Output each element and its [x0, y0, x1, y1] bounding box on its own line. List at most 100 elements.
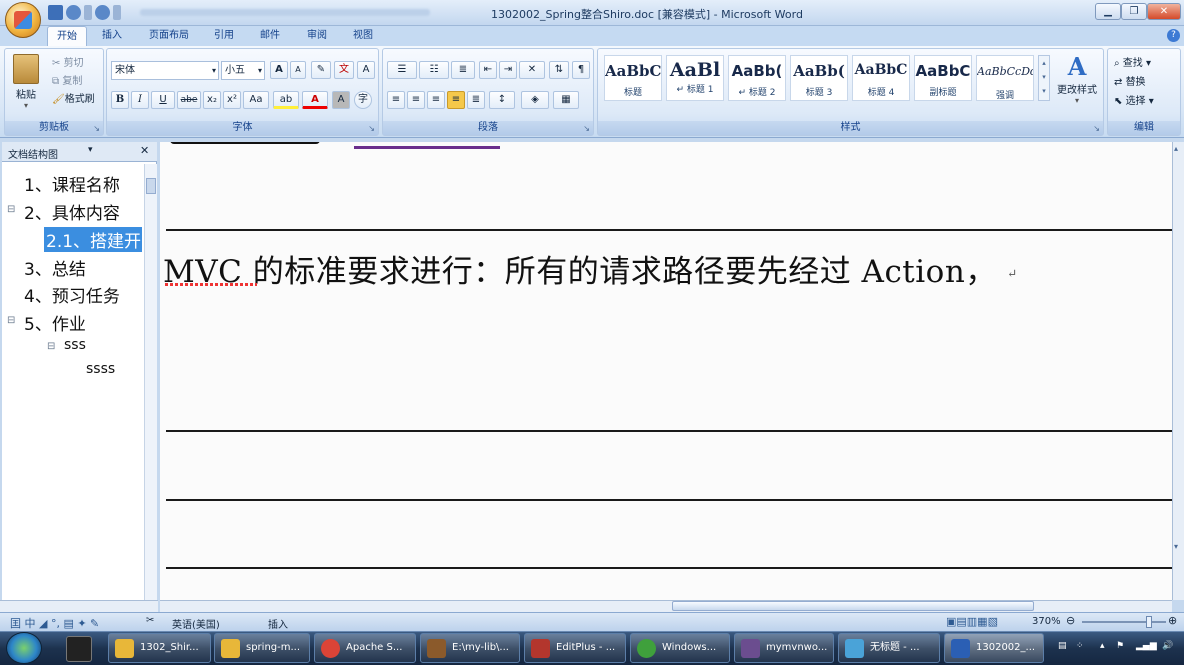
language-status[interactable]: 英语(美国)	[172, 616, 220, 631]
map-item-preview[interactable]: 4、预习任务	[24, 282, 142, 307]
style-heading-2[interactable]: AaBb(↵ 标题 2	[728, 55, 786, 101]
tab-review[interactable]: 审阅	[299, 26, 335, 46]
map-item-summary[interactable]: 3、总结	[24, 255, 142, 280]
decrease-indent-icon[interactable]: ⇤	[479, 61, 497, 79]
font-color-icon[interactable]: A	[302, 91, 328, 109]
format-painter-button[interactable]: 🖌格式刷	[52, 90, 95, 105]
input-method-icon[interactable]: 囯 中 ◢ °, ▤ ✦ ✎	[10, 615, 99, 631]
map-item-setup[interactable]: 2.1、搭建开	[44, 227, 142, 252]
copy-button[interactable]: ⧉ 复制	[52, 72, 82, 87]
select-button[interactable]: ⬉ 选择 ▾	[1114, 92, 1154, 107]
find-button[interactable]: ⌕ 查找 ▾	[1114, 54, 1151, 69]
taskbar-item[interactable]: 1302_Shir...	[108, 633, 211, 663]
tab-page-layout[interactable]: 页面布局	[142, 26, 196, 46]
scroll-up-icon[interactable]: ▴	[1174, 144, 1178, 153]
scroll-down-icon[interactable]: ▾	[1174, 542, 1178, 551]
grow-font-button[interactable]: A	[270, 61, 288, 79]
close-button[interactable]: ✕	[1147, 3, 1181, 20]
maximize-button[interactable]: ❐	[1121, 3, 1147, 20]
tab-insert[interactable]: 插入	[94, 26, 130, 46]
styles-scroll[interactable]: ▴ ▾ ▾	[1038, 55, 1050, 101]
zoom-slider[interactable]	[1082, 621, 1166, 623]
tray-expand-icon[interactable]: ▴	[1100, 641, 1105, 651]
spell-check-icon[interactable]: ✂	[146, 615, 154, 626]
dialog-launcher-icon[interactable]: ↘	[583, 124, 590, 133]
chinese-layout-icon[interactable]: ✕	[519, 61, 545, 79]
style-heading-1[interactable]: AaBl ↵ 标题 1	[666, 55, 724, 101]
style-heading-4[interactable]: AaBbC 标题 4	[852, 55, 910, 101]
start-button[interactable]	[6, 632, 42, 664]
shrink-font-button[interactable]: A	[290, 61, 306, 79]
align-right-icon[interactable]: ≡	[427, 91, 445, 109]
taskbar-item-active[interactable]: 1302002_...	[944, 633, 1044, 663]
bullets-icon[interactable]: ☰	[387, 61, 417, 79]
tab-view[interactable]: 视图	[345, 26, 381, 46]
taskbar-item[interactable]: Apache S...	[314, 633, 416, 663]
bold-button[interactable]: B	[111, 91, 129, 109]
document-area[interactable]	[160, 142, 1172, 600]
cut-button[interactable]: ✂ 剪切	[52, 54, 84, 69]
italic-button[interactable]: I	[131, 91, 149, 109]
view-buttons[interactable]: ▣▤▥▦▧	[946, 615, 998, 628]
shading-icon[interactable]: ◈	[521, 91, 549, 109]
taskbar-item[interactable]: 无标题 - ...	[838, 633, 940, 663]
justify-icon[interactable]: ≡	[447, 91, 465, 109]
vertical-scrollbar[interactable]: ▴ ▾	[1172, 142, 1184, 600]
style-emphasis[interactable]: AaBbCcDd 强调	[976, 55, 1034, 101]
distributed-icon[interactable]: ≣	[467, 91, 485, 109]
zoom-in-icon[interactable]: ⊕	[1168, 614, 1177, 627]
signal-icon[interactable]: ▂▄▆	[1136, 641, 1157, 651]
collapse-icon[interactable]: ⊟	[7, 204, 15, 215]
tab-references[interactable]: 引用	[206, 26, 242, 46]
line-spacing-icon[interactable]: ↕	[489, 91, 515, 109]
sort-icon[interactable]: ⇅	[549, 61, 569, 79]
char-shading-icon[interactable]: A	[332, 91, 350, 109]
network-icon[interactable]: ⁘	[1076, 641, 1084, 651]
multilevel-list-icon[interactable]: ≣	[451, 61, 475, 79]
horizontal-scroll-thumb[interactable]	[672, 601, 1034, 611]
taskbar-item[interactable]: E:\my-lib\...	[420, 633, 520, 663]
numbering-icon[interactable]: ☷	[419, 61, 449, 79]
chevron-down-icon[interactable]: ▾	[88, 145, 93, 155]
phonetic-guide-icon[interactable]: 文	[334, 61, 354, 79]
keyboard-icon[interactable]: ▤	[1058, 641, 1067, 651]
tab-home[interactable]: 开始	[47, 26, 87, 46]
close-icon[interactable]: ✕	[140, 144, 149, 157]
underline-button[interactable]: U	[151, 91, 175, 109]
taskbar-item[interactable]: Windows...	[630, 633, 730, 663]
document-map-hscroll[interactable]	[0, 600, 158, 612]
paste-button[interactable]: 粘贴	[11, 86, 41, 101]
style-heading-3[interactable]: AaBb(标题 3	[790, 55, 848, 101]
align-left-icon[interactable]: ≡	[387, 91, 405, 109]
show-marks-icon[interactable]: ¶	[572, 61, 590, 79]
change-styles-button[interactable]: A 更改样式 ▾	[1056, 52, 1098, 116]
dialog-launcher-icon[interactable]: ↘	[368, 124, 375, 133]
map-item-content[interactable]: 2、具体内容	[24, 199, 142, 224]
char-border-icon[interactable]: A	[357, 61, 375, 79]
style-subtitle[interactable]: AaBbC 副标题	[914, 55, 972, 101]
office-button[interactable]	[5, 2, 41, 38]
document-text-line[interactable]: MVC 的标准要求进行：所有的请求路径要先经过 Action， ↵	[163, 246, 1018, 291]
volume-icon[interactable]: 🔊	[1162, 641, 1173, 651]
collapse-icon[interactable]: ⊟	[7, 315, 15, 326]
map-item-course-name[interactable]: 1、课程名称	[24, 171, 142, 196]
enclose-char-icon[interactable]: 字	[354, 91, 372, 109]
font-family-select[interactable]: 宋体 ▾	[111, 61, 219, 80]
document-map-scrollbar[interactable]	[144, 164, 157, 600]
recorder-icon[interactable]	[66, 636, 92, 662]
collapse-icon[interactable]: ⊟	[47, 341, 55, 352]
dialog-launcher-icon[interactable]: ↘	[1093, 124, 1100, 133]
superscript-button[interactable]: x²	[223, 91, 241, 109]
insert-mode-status[interactable]: 插入	[268, 616, 288, 631]
borders-icon[interactable]: ▦	[553, 91, 579, 109]
taskbar-item[interactable]: mymvnwo...	[734, 633, 834, 663]
subscript-button[interactable]: x₂	[203, 91, 221, 109]
tab-mailings[interactable]: 邮件	[252, 26, 288, 46]
font-size-select[interactable]: 小五 ▾	[221, 61, 265, 80]
style-title[interactable]: AaBbC 标题	[604, 55, 662, 101]
map-item-homework[interactable]: 5、作业	[24, 310, 142, 335]
dialog-launcher-icon[interactable]: ↘	[93, 124, 100, 133]
align-center-icon[interactable]: ≡	[407, 91, 425, 109]
map-item-ssss[interactable]: ssss	[86, 361, 115, 377]
change-case-button[interactable]: Aa	[243, 91, 269, 109]
